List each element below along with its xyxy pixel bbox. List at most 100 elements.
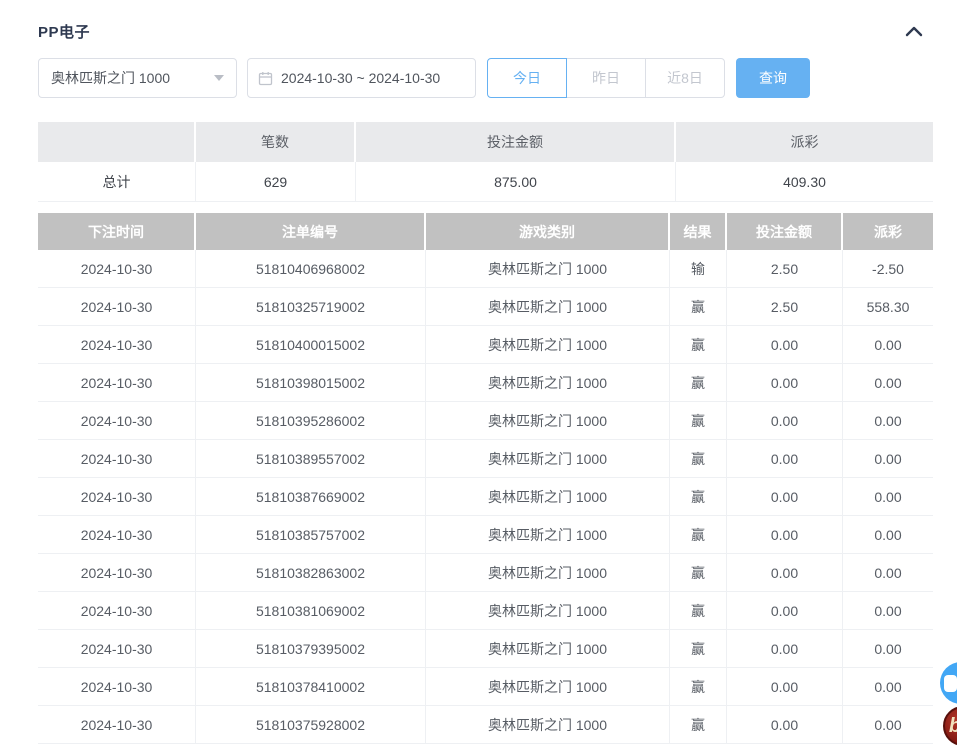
table-cell: 2024-10-30 bbox=[38, 440, 196, 478]
table-cell: 0.00 bbox=[843, 592, 933, 630]
table-cell: 赢 bbox=[670, 516, 727, 554]
table-cell: 2024-10-30 bbox=[38, 402, 196, 440]
table-cell: 2024-10-30 bbox=[38, 288, 196, 326]
table-cell: 0.00 bbox=[727, 592, 843, 630]
table-cell: 奥林匹斯之门 1000 bbox=[426, 250, 670, 288]
table-cell: 51810406968002 bbox=[196, 250, 426, 288]
table-cell: 2024-10-30 bbox=[38, 630, 196, 668]
table-row: 2024-10-3051810385757002奥林匹斯之门 1000赢0.00… bbox=[38, 516, 933, 554]
table-cell: 2024-10-30 bbox=[38, 478, 196, 516]
game-select[interactable]: 奥林匹斯之门 1000 bbox=[38, 58, 237, 98]
table-row: 2024-10-3051810381069002奥林匹斯之门 1000赢0.00… bbox=[38, 592, 933, 630]
table-cell: 奥林匹斯之门 1000 bbox=[426, 326, 670, 364]
table-cell: 51810375928002 bbox=[196, 706, 426, 744]
table-row: 2024-10-3051810398015002奥林匹斯之门 1000赢0.00… bbox=[38, 364, 933, 402]
table-cell: 0.00 bbox=[843, 516, 933, 554]
brand-badge-button[interactable]: b bbox=[943, 706, 957, 746]
column-header: 派彩 bbox=[676, 122, 933, 162]
table-cell: 409.30 bbox=[676, 162, 933, 202]
table-cell: 0.00 bbox=[727, 668, 843, 706]
quick-filter-button[interactable]: 近8日 bbox=[645, 58, 725, 98]
summary-header-row: 笔数投注金额派彩 bbox=[38, 122, 933, 162]
search-button[interactable]: 查询 bbox=[736, 58, 810, 98]
table-row: 2024-10-3051810375928002奥林匹斯之门 1000赢0.00… bbox=[38, 706, 933, 744]
table-cell: 赢 bbox=[670, 402, 727, 440]
table-cell: 0.00 bbox=[843, 554, 933, 592]
collapse-button[interactable] bbox=[903, 20, 925, 42]
table-cell: 0.00 bbox=[727, 478, 843, 516]
table-cell: 629 bbox=[196, 162, 356, 202]
table-row: 2024-10-3051810400015002奥林匹斯之门 1000赢0.00… bbox=[38, 326, 933, 364]
table-cell: 2024-10-30 bbox=[38, 668, 196, 706]
quick-filter-button[interactable]: 今日 bbox=[487, 58, 567, 98]
table-cell: 51810325719002 bbox=[196, 288, 426, 326]
brand-b-icon: b bbox=[949, 715, 957, 738]
table-cell: 赢 bbox=[670, 554, 727, 592]
table-cell: 0.00 bbox=[843, 706, 933, 744]
table-cell: 0.00 bbox=[843, 668, 933, 706]
table-cell: 0.00 bbox=[843, 440, 933, 478]
table-cell: 奥林匹斯之门 1000 bbox=[426, 630, 670, 668]
table-cell: 赢 bbox=[670, 288, 727, 326]
date-range-input[interactable]: 2024-10-30 ~ 2024-10-30 bbox=[247, 58, 476, 98]
table-cell: 奥林匹斯之门 1000 bbox=[426, 402, 670, 440]
column-header: 投注金额 bbox=[727, 213, 843, 250]
table-cell: 0.00 bbox=[843, 402, 933, 440]
table-cell: 0.00 bbox=[727, 326, 843, 364]
table-cell: 2024-10-30 bbox=[38, 706, 196, 744]
customer-service-button[interactable] bbox=[940, 662, 957, 704]
table-row: 2024-10-3051810389557002奥林匹斯之门 1000赢0.00… bbox=[38, 440, 933, 478]
table-row: 2024-10-3051810406968002奥林匹斯之门 1000输2.50… bbox=[38, 250, 933, 288]
table-cell: 0.00 bbox=[727, 402, 843, 440]
table-row: 2024-10-3051810382863002奥林匹斯之门 1000赢0.00… bbox=[38, 554, 933, 592]
table-row: 2024-10-3051810378410002奥林匹斯之门 1000赢0.00… bbox=[38, 668, 933, 706]
table-cell: 赢 bbox=[670, 592, 727, 630]
table-cell: 558.30 bbox=[843, 288, 933, 326]
table-row: 总计629875.00409.30 bbox=[38, 162, 933, 202]
quick-filter-button[interactable]: 昨日 bbox=[566, 58, 646, 98]
column-header: 注单编号 bbox=[196, 213, 426, 250]
records-header-row: 下注时间注单编号游戏类别结果投注金额派彩 bbox=[38, 213, 933, 250]
column-header: 下注时间 bbox=[38, 213, 196, 250]
table-cell: 2024-10-30 bbox=[38, 592, 196, 630]
records-table: 下注时间注单编号游戏类别结果投注金额派彩 2024-10-30518104069… bbox=[38, 213, 933, 744]
column-header: 游戏类别 bbox=[426, 213, 670, 250]
table-cell: 0.00 bbox=[727, 440, 843, 478]
table-cell: 51810395286002 bbox=[196, 402, 426, 440]
table-row: 2024-10-3051810395286002奥林匹斯之门 1000赢0.00… bbox=[38, 402, 933, 440]
table-cell: 赢 bbox=[670, 668, 727, 706]
table-cell: 2.50 bbox=[727, 288, 843, 326]
chat-icon bbox=[944, 675, 957, 692]
table-cell: 2024-10-30 bbox=[38, 516, 196, 554]
column-header: 投注金额 bbox=[356, 122, 676, 162]
page-title: PP电子 bbox=[38, 21, 90, 42]
panel-header: PP电子 bbox=[38, 20, 933, 42]
table-cell: 赢 bbox=[670, 326, 727, 364]
chevron-up-icon bbox=[905, 25, 923, 37]
table-cell: 51810378410002 bbox=[196, 668, 426, 706]
pp-games-panel: PP电子 奥林匹斯之门 1000 2024-10-30 ~ 2024-10-30 bbox=[0, 0, 933, 744]
table-cell: -2.50 bbox=[843, 250, 933, 288]
table-cell: 赢 bbox=[670, 706, 727, 744]
table-cell: 2024-10-30 bbox=[38, 554, 196, 592]
table-cell: 0.00 bbox=[843, 478, 933, 516]
table-cell: 奥林匹斯之门 1000 bbox=[426, 288, 670, 326]
table-cell: 赢 bbox=[670, 630, 727, 668]
table-cell: 51810389557002 bbox=[196, 440, 426, 478]
table-cell: 奥林匹斯之门 1000 bbox=[426, 668, 670, 706]
table-cell: 总计 bbox=[38, 162, 196, 202]
table-cell: 奥林匹斯之门 1000 bbox=[426, 516, 670, 554]
quick-filter-group: 今日昨日近8日 bbox=[487, 58, 725, 98]
table-cell: 0.00 bbox=[843, 326, 933, 364]
table-cell: 0.00 bbox=[843, 630, 933, 668]
table-cell: 赢 bbox=[670, 364, 727, 402]
table-cell: 输 bbox=[670, 250, 727, 288]
table-cell: 51810400015002 bbox=[196, 326, 426, 364]
table-cell: 奥林匹斯之门 1000 bbox=[426, 440, 670, 478]
table-cell: 51810398015002 bbox=[196, 364, 426, 402]
table-row: 2024-10-3051810387669002奥林匹斯之门 1000赢0.00… bbox=[38, 478, 933, 516]
calendar-icon bbox=[258, 71, 273, 86]
game-select-value: 奥林匹斯之门 1000 bbox=[51, 68, 170, 88]
table-cell: 51810381069002 bbox=[196, 592, 426, 630]
summary-table: 笔数投注金额派彩 总计629875.00409.30 bbox=[38, 122, 933, 202]
